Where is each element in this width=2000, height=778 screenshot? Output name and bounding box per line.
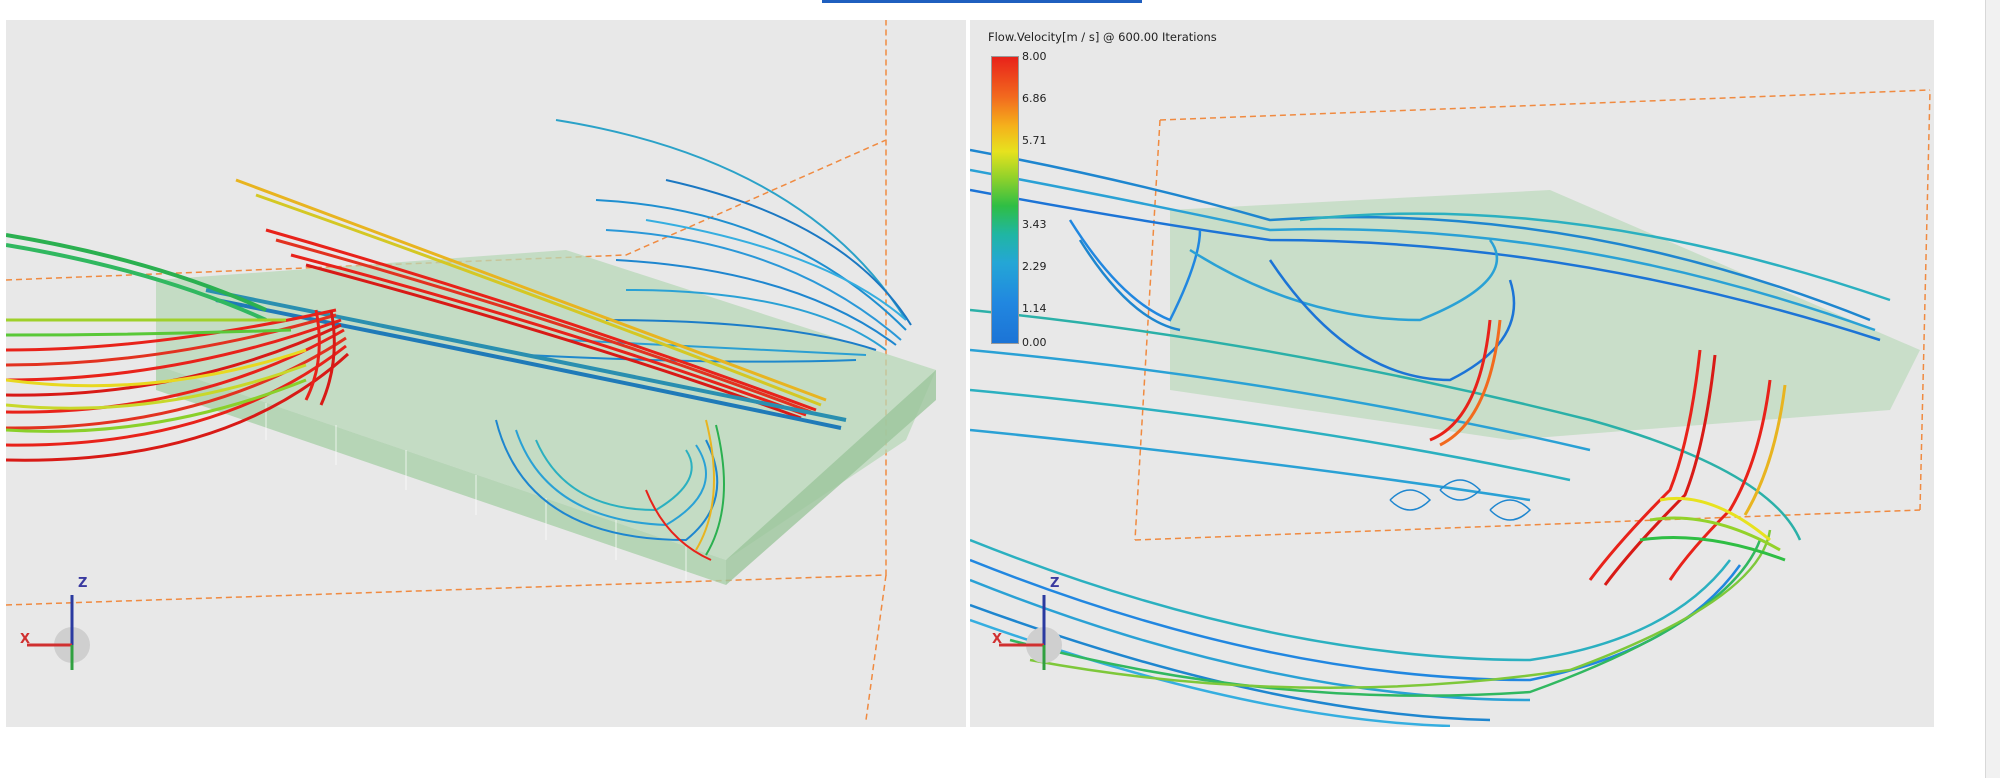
left-cfd-scene bbox=[6, 20, 936, 721]
legend-tick: 5.71 bbox=[1022, 134, 1047, 147]
axis-triad-icon bbox=[999, 595, 1062, 670]
legend-tick: 3.43 bbox=[1022, 218, 1047, 231]
velocity-legend: Flow.Velocity[m / s] @ 600.00 Iterations… bbox=[988, 30, 1288, 370]
axis-x-label: X bbox=[20, 632, 31, 647]
streamlines-small-loops bbox=[1389, 479, 1532, 521]
legend-tick: 6.86 bbox=[1022, 92, 1047, 105]
legend-tick: 0.00 bbox=[1022, 336, 1047, 349]
page-scrollbar[interactable] bbox=[1985, 0, 2000, 778]
axis-triad-icon bbox=[27, 595, 90, 670]
axis-z-label: Z bbox=[1050, 576, 1060, 591]
top-link[interactable] bbox=[822, 0, 1142, 3]
legend-color-bar bbox=[991, 56, 1019, 344]
viewport-left[interactable]: Z X bbox=[6, 20, 966, 727]
viewport-right[interactable]: Flow.Velocity[m / s] @ 600.00 Iterations… bbox=[970, 20, 1934, 727]
legend-tick: 2.29 bbox=[1022, 260, 1047, 273]
legend-tick: 1.14 bbox=[1022, 302, 1047, 315]
legend-title: Flow.Velocity[m / s] @ 600.00 Iterations bbox=[988, 30, 1217, 44]
axis-z-label: Z bbox=[78, 576, 88, 591]
legend-tick: 8.00 bbox=[1022, 50, 1047, 63]
axis-x-label: X bbox=[992, 632, 1003, 647]
